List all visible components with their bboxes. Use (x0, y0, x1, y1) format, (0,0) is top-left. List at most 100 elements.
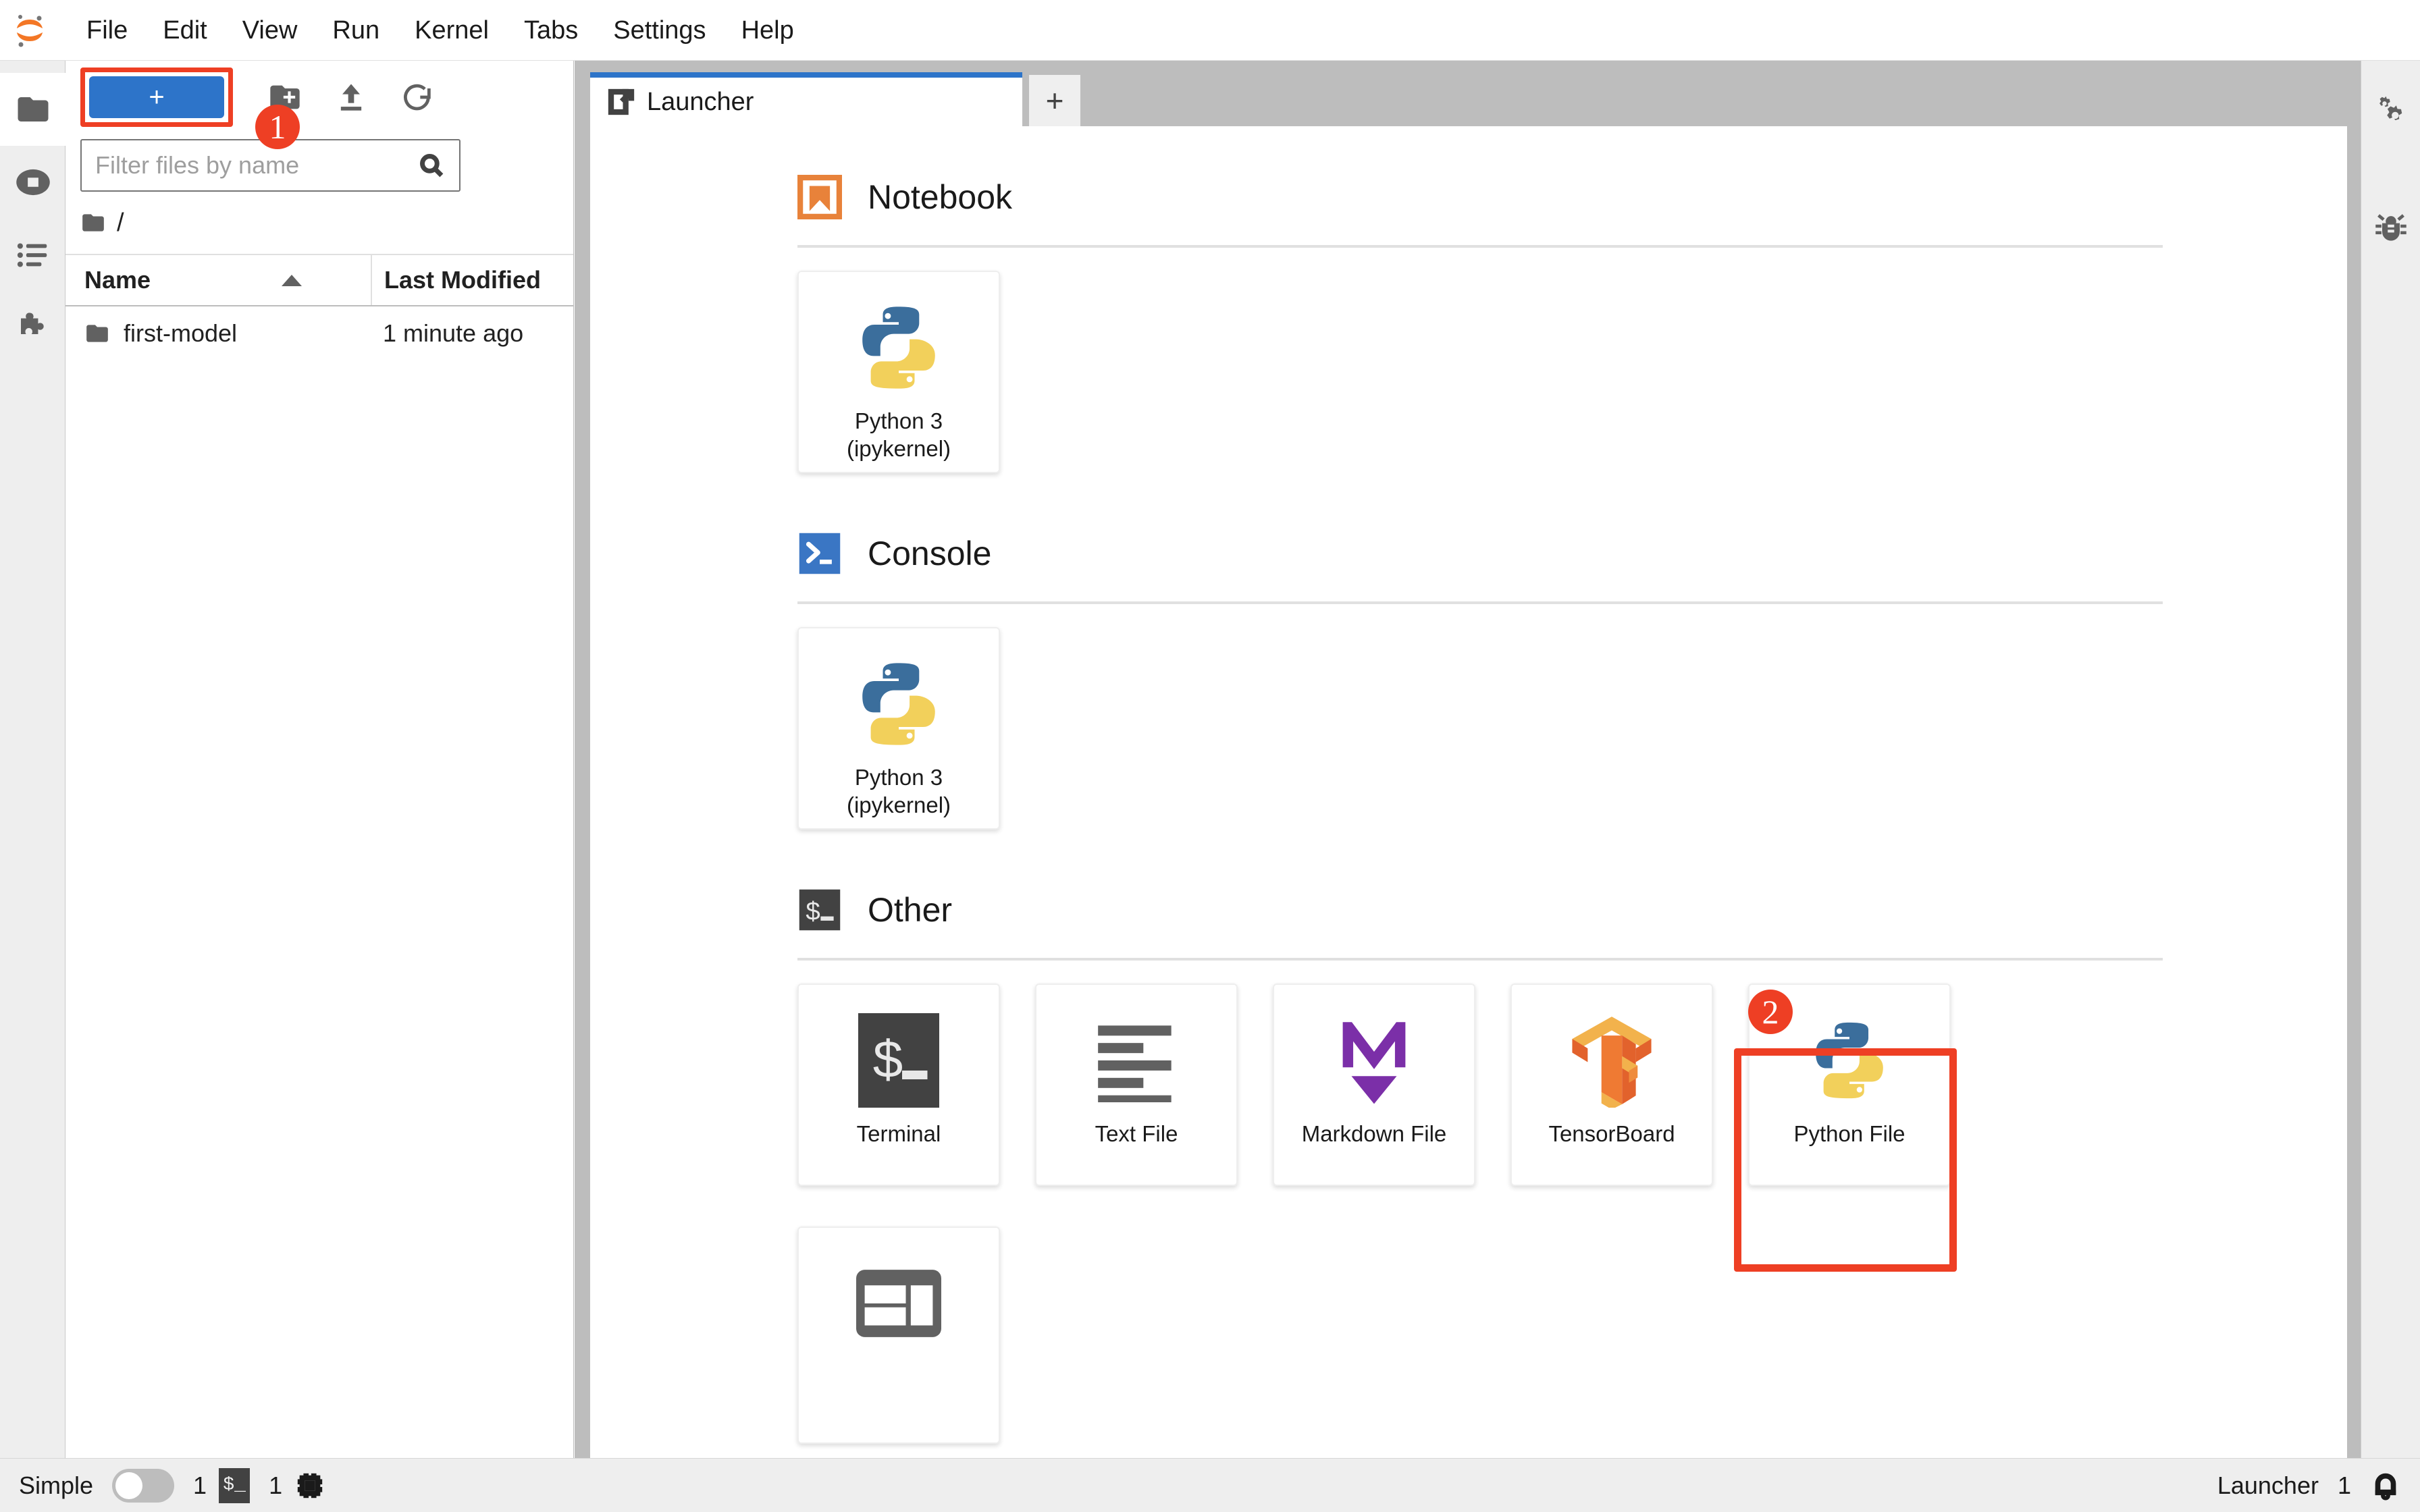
property-inspector-gears-icon (2379, 96, 2402, 121)
breadcrumb[interactable]: / (65, 192, 573, 254)
terminal-card-label: Terminal (856, 1121, 941, 1146)
tab-launcher[interactable]: Launcher (590, 72, 1022, 126)
sidebar-item-debugger[interactable] (2361, 190, 2420, 263)
upload-icon (340, 84, 362, 111)
menu-kernel[interactable]: Kernel (397, 0, 506, 61)
breadcrumb-root: / (117, 208, 124, 237)
notification-bell-icon (2375, 1473, 2396, 1500)
step-badge-1: 1 (255, 105, 300, 149)
console-python3-card[interactable]: Python 3 (ipykernel) (797, 627, 1000, 830)
extension-puzzle-icon (20, 313, 44, 334)
search-icon (420, 154, 444, 178)
filter-row (65, 134, 573, 192)
file-name-cell: first-model (65, 319, 371, 348)
jupyterlab-window: File Edit View Run Kernel Tabs Settings … (0, 0, 2420, 1512)
debugger-bug-icon (2375, 214, 2406, 241)
menu-bar: File Edit View Run Kernel Tabs Settings … (0, 0, 2420, 61)
search-input[interactable] (95, 151, 417, 180)
section-header-console: Console (797, 531, 2347, 576)
section-divider (797, 601, 2163, 604)
main-dock-area: Launcher + Notebook Python 3 (ipykernel)… (575, 61, 2361, 1458)
jupyter-logo-icon (12, 13, 47, 48)
menu-edit[interactable]: Edit (145, 0, 224, 61)
section-title-other: Other (868, 891, 953, 929)
tab-bar: Launcher + (590, 70, 2347, 126)
notebook-python3-label: Python 3 (ipykernel) (846, 408, 951, 462)
sidebar-item-commands[interactable] (0, 219, 65, 292)
tensorboard-card-label: TensorBoard (1548, 1121, 1675, 1146)
column-header-name[interactable]: Name (65, 266, 371, 294)
other-card-row: $ Terminal Text File Markdown File Tenso… (797, 983, 2347, 1186)
file-modified-label: 1 minute ago (383, 319, 524, 347)
tab-launcher-label: Launcher (647, 87, 754, 116)
folder-icon (86, 325, 108, 342)
text-file-icon (1085, 1009, 1188, 1112)
tensorboard-card[interactable]: TensorBoard (1510, 983, 1713, 1186)
contextual-help-icon (847, 1252, 950, 1355)
column-header-name-label: Name (84, 266, 151, 294)
menu-help[interactable]: Help (724, 0, 812, 61)
launcher-icon (608, 88, 635, 115)
simple-mode-toggle[interactable] (112, 1468, 175, 1503)
section-header-other: $ Other (797, 888, 2347, 932)
section-title-console: Console (868, 535, 992, 572)
python-logo-icon (847, 653, 950, 755)
svg-text:$: $ (872, 1033, 904, 1094)
launcher-panel: Notebook Python 3 (ipykernel) Console Py… (590, 126, 2347, 1458)
status-bar: Simple 1 $_ 1 Launcher 1 (0, 1458, 2420, 1512)
notification-count-label: 1 (2337, 1471, 2351, 1499)
kernel-count-item[interactable]: 1 (269, 1470, 325, 1501)
sidebar-item-property-inspector[interactable] (2361, 74, 2420, 147)
menu-run[interactable]: Run (315, 0, 397, 61)
folder-icon (82, 214, 104, 232)
terminal-icon: $ (847, 1009, 950, 1112)
terminal-count-item[interactable]: 1 $_ (193, 1467, 251, 1503)
text-file-card-label: Text File (1095, 1121, 1178, 1146)
menu-view[interactable]: View (225, 0, 315, 61)
text-file-card[interactable]: Text File (1035, 983, 1238, 1186)
refresh-button[interactable] (396, 76, 438, 118)
step-badge-2: 2 (1748, 990, 1793, 1034)
file-browser-panel: + / Name (65, 61, 574, 1458)
python-file-card-label: Python File (1793, 1121, 1905, 1146)
file-list-header: Name Last Modified (65, 254, 573, 306)
kernel-count-label: 1 (269, 1471, 283, 1499)
console-prompt-icon (799, 533, 841, 574)
section-divider (797, 958, 2163, 961)
new-tab-button[interactable]: + (1029, 75, 1080, 126)
toggle-knob (115, 1472, 143, 1499)
tensorboard-icon (1560, 1009, 1663, 1112)
notebook-bookmark-icon (797, 175, 842, 219)
sort-ascending-icon (282, 274, 302, 286)
sidebar-item-running[interactable] (0, 146, 65, 219)
notebook-card-row: Python 3 (ipykernel) (797, 271, 2347, 473)
table-row[interactable]: first-model 1 minute ago (65, 306, 573, 360)
svg-text:$: $ (806, 898, 821, 928)
markdown-file-card-label: Markdown File (1301, 1121, 1447, 1146)
markdown-file-card[interactable]: Markdown File (1273, 983, 1475, 1186)
markdown-icon (1323, 1009, 1425, 1112)
menu-settings[interactable]: Settings (596, 0, 723, 61)
python-logo-icon (847, 296, 950, 399)
terminal-card[interactable]: $ Terminal (797, 983, 1000, 1186)
refresh-icon (404, 84, 431, 111)
column-header-last-modified[interactable]: Last Modified (371, 255, 573, 305)
python-logo-icon (1798, 1009, 1901, 1112)
folder-icon (18, 97, 48, 122)
notebook-python3-card[interactable]: Python 3 (ipykernel) (797, 271, 1000, 473)
left-activity-bar (0, 61, 65, 1458)
sidebar-item-file-browser[interactable] (0, 73, 65, 146)
dock-panel: Launcher + Notebook Python 3 (ipykernel)… (590, 70, 2347, 1458)
sidebar-item-extensions[interactable] (0, 292, 65, 364)
column-header-last-modified-label: Last Modified (384, 266, 541, 294)
new-launcher-button[interactable]: + (89, 76, 224, 118)
upload-button[interactable] (330, 76, 372, 118)
terminal-icon: $_ (219, 1467, 251, 1503)
menu-file[interactable]: File (69, 0, 145, 61)
right-activity-bar (2361, 61, 2420, 1458)
menu-tabs[interactable]: Tabs (506, 0, 596, 61)
contextual-help-card[interactable] (797, 1226, 1000, 1444)
file-browser-toolbar: + (65, 61, 573, 134)
current-view-label: Launcher (2217, 1471, 2319, 1499)
section-divider (797, 245, 2163, 248)
